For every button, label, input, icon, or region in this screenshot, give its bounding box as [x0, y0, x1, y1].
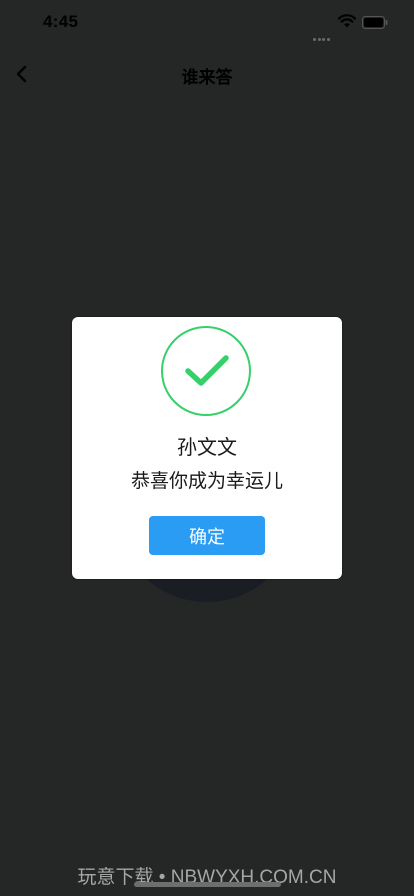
home-indicator[interactable]	[134, 882, 281, 887]
battery-icon	[362, 16, 388, 29]
navigation-bar: 谁来答	[0, 52, 414, 96]
wifi-icon	[338, 14, 356, 28]
status-time: 4:45	[43, 12, 79, 31]
cellular-signal-icon	[313, 26, 333, 41]
status-bar: 4:45	[0, 0, 414, 46]
winner-name: 孙文文	[177, 435, 237, 459]
congratulations-message: 恭喜你成为幸运儿	[130, 470, 283, 492]
result-dialog: 孙文文 恭喜你成为幸运儿 确定	[72, 317, 342, 579]
page-title: 谁来答	[181, 68, 233, 88]
success-badge	[161, 326, 251, 416]
confirm-button[interactable]: 确定	[149, 516, 265, 555]
checkmark-icon	[185, 355, 229, 386]
